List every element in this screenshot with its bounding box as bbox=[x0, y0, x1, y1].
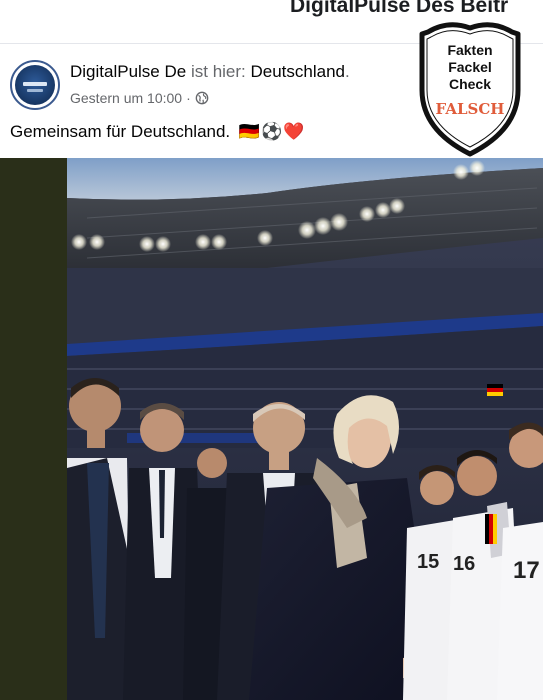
author-name[interactable]: DigitalPulse De bbox=[70, 62, 186, 81]
location-connector: ist hier: bbox=[190, 62, 246, 81]
post-text: Gemeinsam für Deutschland. 🇩🇪⚽❤️ bbox=[10, 122, 305, 142]
badge-verdict: FALSCH bbox=[436, 100, 505, 118]
meta-separator: · bbox=[186, 90, 191, 106]
photo-side-strip bbox=[0, 158, 67, 700]
badge-line-1: Fakten bbox=[447, 42, 492, 58]
player-number-16: 16 bbox=[453, 553, 475, 575]
player-number-17: 17 bbox=[513, 557, 540, 584]
avatar-logo bbox=[15, 65, 55, 105]
fact-check-badge: Fakten Fackel Check FALSCH bbox=[419, 22, 521, 157]
post-message: Gemeinsam für Deutschland. bbox=[10, 122, 231, 141]
avatar[interactable] bbox=[10, 60, 60, 110]
location-suffix: . bbox=[345, 62, 350, 81]
flag-in-crowd bbox=[487, 384, 503, 396]
globe-icon[interactable] bbox=[195, 91, 209, 105]
location-link[interactable]: Deutschland bbox=[251, 62, 346, 81]
stadium-photo[interactable]: 15 16 17 bbox=[67, 158, 543, 700]
badge-line-2: Fackel bbox=[448, 59, 492, 75]
author-line: DigitalPulse De ist hier: Deutschland. bbox=[70, 62, 350, 82]
post-photo[interactable]: 15 16 17 bbox=[0, 158, 543, 700]
post-emojis: 🇩🇪⚽❤️ bbox=[238, 122, 306, 141]
page-title: DigitalPulse Des Beitr bbox=[290, 0, 509, 17]
player-number-15: 15 bbox=[417, 551, 439, 573]
post-timestamp[interactable]: Gestern um 10:00 bbox=[70, 90, 182, 106]
badge-line-3: Check bbox=[449, 76, 491, 92]
post-meta: Gestern um 10:00 · bbox=[70, 90, 209, 106]
